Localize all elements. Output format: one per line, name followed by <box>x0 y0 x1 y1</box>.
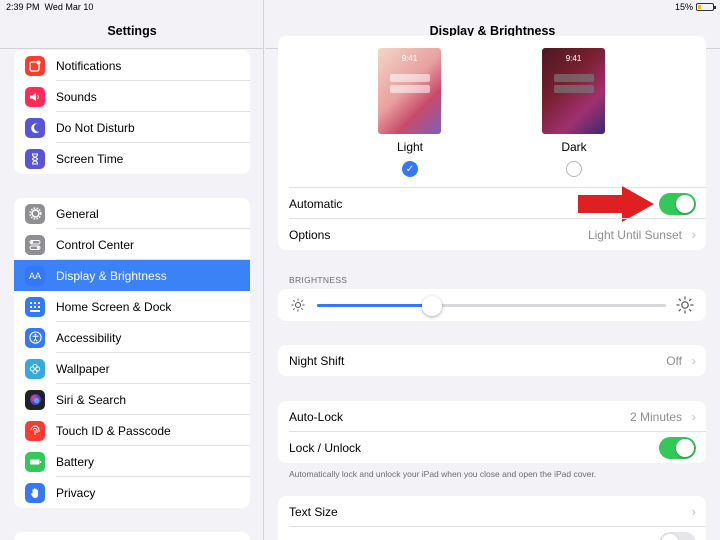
sun-small-icon <box>291 298 305 312</box>
bold-text-row <box>278 527 706 540</box>
sidebar-item-battery[interactable]: Battery <box>14 446 250 477</box>
preview-time: 9:41 <box>401 54 418 63</box>
lock-unlock-note: Automatically lock and unlock your iPad … <box>289 469 597 479</box>
sidebar-title: Settings <box>107 24 157 38</box>
options-row[interactable]: Options Light Until Sunset › <box>278 219 706 250</box>
accessibility-icon <box>25 327 45 348</box>
preview-time: 9:41 <box>565 54 582 63</box>
sidebar-item-label: Siri & Search <box>56 392 127 407</box>
automatic-toggle[interactable] <box>659 192 696 215</box>
brightness-card <box>278 289 706 321</box>
auto-lock-row[interactable]: Auto-Lock 2 Minutes › <box>278 401 706 432</box>
sidebar-item-label: Touch ID & Passcode <box>56 423 171 438</box>
moon-icon <box>25 117 45 138</box>
night-shift-card: Night Shift Off › <box>278 345 706 376</box>
chevron-right-icon: › <box>691 353 696 368</box>
dark-preview[interactable]: 9:41 <box>542 48 605 134</box>
sidebar-group-2: General Control Center AA Display & Brig… <box>14 198 250 508</box>
status-time-date: 2:39 PM Wed Mar 10 <box>6 2 93 12</box>
sun-large-icon <box>676 296 694 314</box>
sidebar-item-notifications[interactable]: Notifications <box>14 50 250 81</box>
light-label: Light <box>396 140 424 154</box>
sidebar-item-label: General <box>56 206 99 221</box>
status-date: Wed Mar 10 <box>44 2 94 12</box>
text-size-icon: AA <box>25 265 45 286</box>
sidebar-item-siri-search[interactable]: Siri & Search <box>14 384 250 415</box>
auto-lock-label: Auto-Lock <box>289 409 344 424</box>
sidebar-item-accessibility[interactable]: Accessibility <box>14 322 250 353</box>
text-size-label: Text Size <box>289 504 338 519</box>
gear-icon <box>25 203 45 224</box>
options-label: Options <box>289 227 331 242</box>
siri-icon <box>25 389 45 410</box>
sidebar-item-general[interactable]: General <box>14 198 250 229</box>
sidebar-item-label: Sounds <box>56 89 97 104</box>
chevron-right-icon: › <box>691 409 696 424</box>
sidebar-item-touch-id-passcode[interactable]: Touch ID & Passcode <box>14 415 250 446</box>
light-preview[interactable]: 9:41 <box>378 48 441 134</box>
brightness-slider-thumb[interactable] <box>422 296 443 316</box>
battery-status-icon <box>696 3 716 11</box>
chevron-right-icon: › <box>691 227 696 242</box>
options-value: Light Until Sunset <box>587 227 682 242</box>
sidebar-item-label: Home Screen & Dock <box>56 299 172 314</box>
light-radio-checked[interactable]: ✓ <box>402 161 418 177</box>
grid-icon <box>25 296 45 317</box>
toggles-icon <box>25 234 45 255</box>
appearance-card: 9:41 Light ✓ 9:41 Dark Automatic Options… <box>278 36 706 250</box>
sidebar-item-label: Control Center <box>56 237 135 252</box>
lock-unlock-toggle[interactable] <box>659 436 696 459</box>
sidebar-item-label: Battery <box>56 454 95 469</box>
sidebar-item-label: Display & Brightness <box>56 268 167 283</box>
status-battery: 15% <box>674 2 716 12</box>
automatic-row: Automatic <box>278 186 706 222</box>
sidebar-item-display-brightness[interactable]: AA Display & Brightness <box>14 260 250 291</box>
notifications-icon <box>25 55 45 76</box>
display-brightness-pane: Display & Brightness 9:41 Light ✓ 9:41 D… <box>265 0 720 540</box>
sidebar-item-label: Wallpaper <box>56 361 110 376</box>
auto-lock-value: 2 Minutes <box>629 409 682 424</box>
brightness-slider[interactable] <box>317 296 666 316</box>
lock-unlock-label: Lock / Unlock <box>289 440 362 455</box>
sidebar-item-wallpaper[interactable]: Wallpaper <box>14 353 250 384</box>
sidebar-item-sounds[interactable]: Sounds <box>14 81 250 112</box>
sidebar-item-label: Do Not Disturb <box>56 120 135 135</box>
lock-card: Auto-Lock 2 Minutes › Lock / Unlock <box>278 401 706 463</box>
text-size-row[interactable]: Text Size › <box>278 496 706 527</box>
sidebar-item-do-not-disturb[interactable]: Do Not Disturb <box>14 112 250 143</box>
flower-icon <box>25 358 45 379</box>
text-card: Text Size › <box>278 496 706 540</box>
lock-unlock-row: Lock / Unlock <box>278 432 706 463</box>
chevron-right-icon: › <box>691 504 696 519</box>
fingerprint-icon <box>25 420 45 441</box>
sidebar-item-privacy[interactable]: Privacy <box>14 477 250 508</box>
sidebar-item-screen-time[interactable]: Screen Time <box>14 143 250 174</box>
sidebar-group-3-partial <box>14 532 250 540</box>
red-arrow-icon <box>578 186 654 222</box>
battery-percent: 15% <box>674 2 693 12</box>
sidebar-item-home-screen-dock[interactable]: Home Screen & Dock <box>14 291 250 322</box>
status-bar: 2:39 PM Wed Mar 10 15% <box>0 0 720 14</box>
sidebar-item-control-center[interactable]: Control Center <box>14 229 250 260</box>
dark-radio[interactable] <box>566 161 582 177</box>
automatic-label: Automatic <box>289 196 343 211</box>
brightness-header: BRIGHTNESS <box>289 275 348 285</box>
dark-label: Dark <box>561 140 587 154</box>
night-shift-row[interactable]: Night Shift Off › <box>278 345 706 376</box>
hourglass-icon <box>25 148 45 169</box>
sidebar-item-label: Notifications <box>56 58 122 73</box>
sounds-icon <box>25 86 45 107</box>
sidebar-group-1: Notifications Sounds Do Not Disturb Scre… <box>14 50 250 174</box>
sidebar-item-label: Screen Time <box>56 151 124 166</box>
sidebar-item-label: Privacy <box>56 485 96 500</box>
hand-icon <box>25 482 45 503</box>
sidebar-item-label: Accessibility <box>56 330 122 345</box>
night-shift-label: Night Shift <box>289 353 345 368</box>
night-shift-value: Off <box>666 353 682 368</box>
status-time: 2:39 PM <box>6 2 40 12</box>
settings-sidebar: Settings Notifications Sounds Do Not Dis… <box>0 0 264 540</box>
battery-icon <box>25 451 45 472</box>
bold-text-toggle[interactable] <box>659 531 696 540</box>
